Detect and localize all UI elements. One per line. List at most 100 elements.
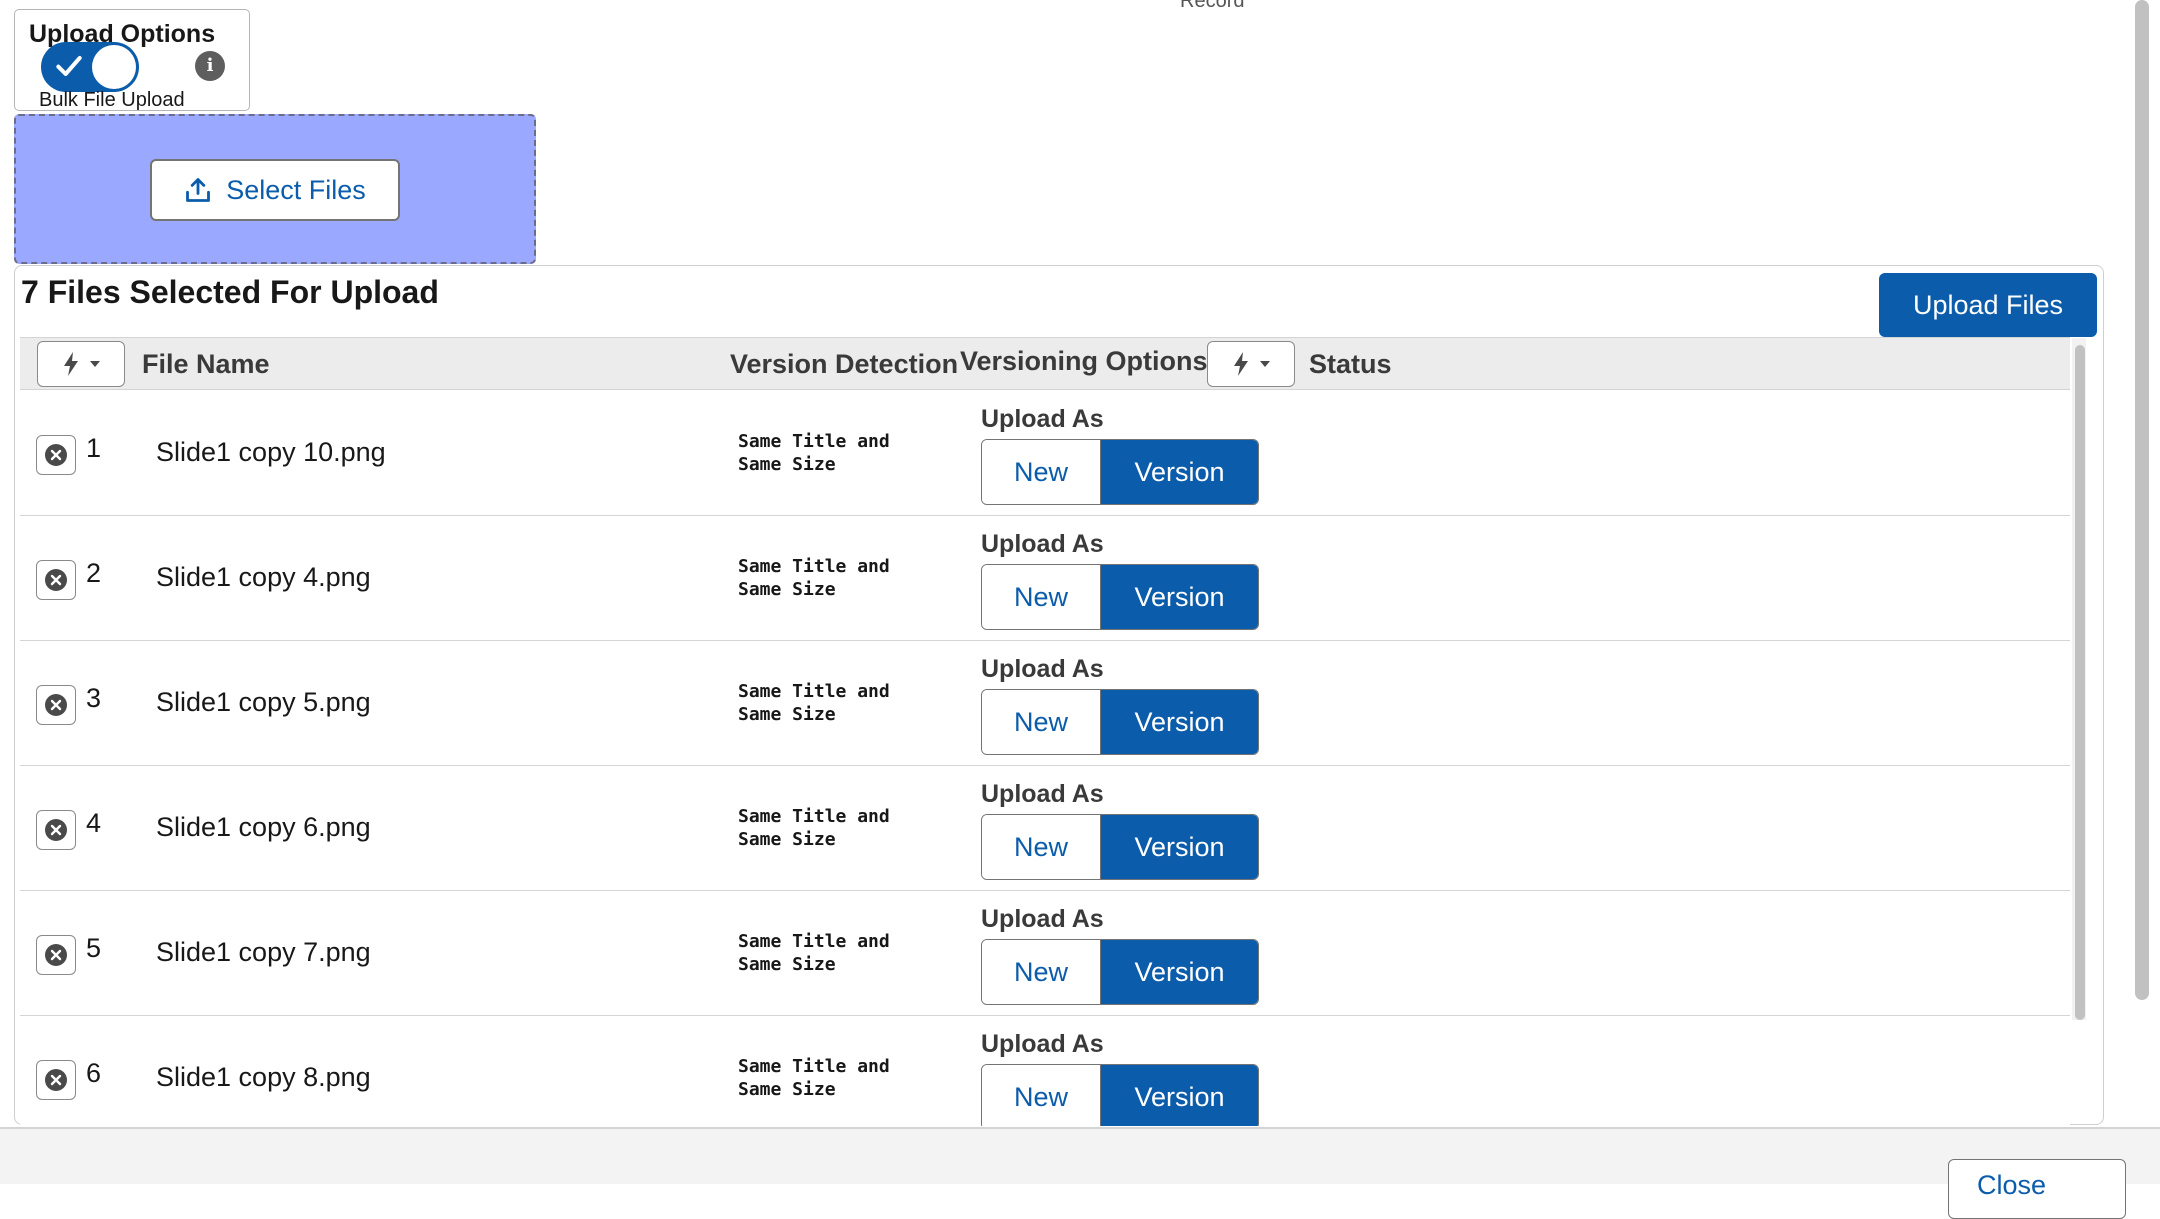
upload-files-button[interactable]: Upload Files — [1879, 273, 2097, 337]
version-detection-line: Same Size — [738, 954, 836, 975]
upload-as-new-button[interactable]: New — [982, 940, 1101, 1004]
version-detection-line: Same Title and — [738, 431, 890, 452]
upload-as-label: Upload As — [981, 780, 1104, 808]
remove-file-button[interactable] — [36, 685, 76, 725]
upload-as-new-button[interactable]: New — [982, 690, 1101, 754]
upload-as-toggle: New Version — [981, 1064, 1259, 1126]
record-label: Record — [1180, 0, 1245, 12]
remove-file-button[interactable] — [36, 560, 76, 600]
table-row: 2 Slide1 copy 4.png Same Title and Same … — [20, 516, 2070, 641]
table-row: 6 Slide1 copy 8.png Same Title and Same … — [20, 1016, 2070, 1126]
version-detection-line: Same Size — [738, 454, 836, 475]
table-header: File Name Version Detection Versioning O… — [20, 338, 2070, 390]
modal-footer: Close — [0, 1127, 2160, 1219]
close-circle-icon — [45, 944, 67, 966]
upload-as-toggle: New Version — [981, 564, 1259, 630]
upload-as-toggle: New Version — [981, 439, 1259, 505]
table-row: 3 Slide1 copy 5.png Same Title and Same … — [20, 641, 2070, 766]
version-detection-line: Same Size — [738, 1079, 836, 1100]
close-circle-icon — [45, 819, 67, 841]
version-detection-line: Same Title and — [738, 806, 890, 827]
toggle-knob — [92, 45, 136, 89]
upload-as-label: Upload As — [981, 1030, 1104, 1058]
version-detection-line: Same Title and — [738, 931, 890, 952]
close-button[interactable]: Close — [1948, 1159, 2126, 1219]
version-detection-line: Same Title and — [738, 556, 890, 577]
upload-as-version-button[interactable]: Version — [1101, 940, 1258, 1004]
page-scrollbar-thumb[interactable] — [2135, 0, 2149, 1000]
row-number: 6 — [86, 1058, 102, 1088]
remove-file-button[interactable] — [36, 810, 76, 850]
close-circle-icon — [45, 444, 67, 466]
upload-as-version-button[interactable]: Version — [1101, 1065, 1258, 1126]
upload-as-version-button[interactable]: Version — [1101, 690, 1258, 754]
select-files-label: Select Files — [226, 174, 366, 205]
upload-as-version-button[interactable]: Version — [1101, 815, 1258, 879]
upload-as-new-button[interactable]: New — [982, 440, 1101, 504]
upload-as-toggle: New Version — [981, 814, 1259, 880]
version-detection-line: Same Size — [738, 829, 836, 850]
version-detection-line: Same Title and — [738, 1056, 890, 1077]
upload-as-toggle: New Version — [981, 689, 1259, 755]
version-detection-text: Same Title and Same Size — [738, 930, 938, 976]
row-actions-dropdown[interactable] — [37, 341, 125, 387]
file-name: Slide1 copy 10.png — [156, 437, 386, 467]
lightning-icon — [64, 352, 78, 376]
upload-as-new-button[interactable]: New — [982, 1065, 1101, 1126]
upload-as-new-button[interactable]: New — [982, 815, 1101, 879]
close-circle-icon — [45, 569, 67, 591]
checkmark-icon — [56, 56, 82, 76]
version-detection-text: Same Title and Same Size — [738, 1055, 938, 1101]
upload-as-label: Upload As — [981, 530, 1104, 558]
row-number: 5 — [86, 933, 102, 963]
versioning-actions-dropdown[interactable] — [1207, 341, 1295, 387]
table-scrollbar-thumb[interactable] — [2075, 345, 2085, 1020]
row-number: 1 — [86, 433, 102, 463]
file-name: Slide1 copy 4.png — [156, 562, 371, 592]
upload-as-toggle: New Version — [981, 939, 1259, 1005]
upload-as-new-button[interactable]: New — [982, 565, 1101, 629]
table-row: 4 Slide1 copy 6.png Same Title and Same … — [20, 766, 2070, 891]
version-detection-line: Same Title and — [738, 681, 890, 702]
row-number: 2 — [86, 558, 102, 588]
table-row: 1 Slide1 copy 10.png Same Title and Same… — [20, 391, 2070, 516]
version-detection-line: Same Size — [738, 579, 836, 600]
version-detection-line: Same Size — [738, 704, 836, 725]
row-number: 4 — [86, 808, 102, 838]
file-name: Slide1 copy 5.png — [156, 687, 371, 717]
chevron-down-icon — [1260, 361, 1270, 367]
file-name: Slide1 copy 7.png — [156, 937, 371, 967]
header-status: Status — [1309, 349, 1392, 379]
upload-as-label: Upload As — [981, 655, 1104, 683]
header-version-detection: Version Detection — [730, 349, 959, 379]
version-detection-text: Same Title and Same Size — [738, 805, 938, 851]
upload-as-label: Upload As — [981, 405, 1104, 433]
files-selected-title: 7 Files Selected For Upload — [21, 274, 439, 310]
bulk-upload-toggle[interactable] — [41, 42, 139, 92]
header-versioning-options: Versioning Options — [960, 346, 1208, 376]
info-icon[interactable]: i — [195, 51, 225, 81]
table-row: 5 Slide1 copy 7.png Same Title and Same … — [20, 891, 2070, 1016]
select-files-button[interactable]: Select Files — [150, 159, 400, 221]
version-detection-text: Same Title and Same Size — [738, 555, 938, 601]
upload-options-card: Upload Options i Bulk File Upload — [14, 9, 250, 111]
remove-file-button[interactable] — [36, 435, 76, 475]
upload-as-version-button[interactable]: Version — [1101, 440, 1258, 504]
file-name: Slide1 copy 8.png — [156, 1062, 371, 1092]
bulk-upload-label: Bulk File Upload — [39, 89, 185, 111]
lightning-icon — [1234, 352, 1248, 376]
files-table: File Name Version Detection Versioning O… — [20, 337, 2070, 1126]
version-detection-text: Same Title and Same Size — [738, 680, 938, 726]
upload-as-version-button[interactable]: Version — [1101, 565, 1258, 629]
row-number: 3 — [86, 683, 102, 713]
file-name: Slide1 copy 6.png — [156, 812, 371, 842]
file-dropzone[interactable]: Select Files — [14, 114, 536, 264]
chevron-down-icon — [90, 361, 100, 367]
remove-file-button[interactable] — [36, 935, 76, 975]
remove-file-button[interactable] — [36, 1060, 76, 1100]
upload-icon — [186, 178, 211, 202]
version-detection-text: Same Title and Same Size — [738, 430, 938, 476]
close-circle-icon — [45, 694, 67, 716]
upload-as-label: Upload As — [981, 905, 1104, 933]
files-panel: 7 Files Selected For Upload Upload Files… — [14, 265, 2104, 1126]
